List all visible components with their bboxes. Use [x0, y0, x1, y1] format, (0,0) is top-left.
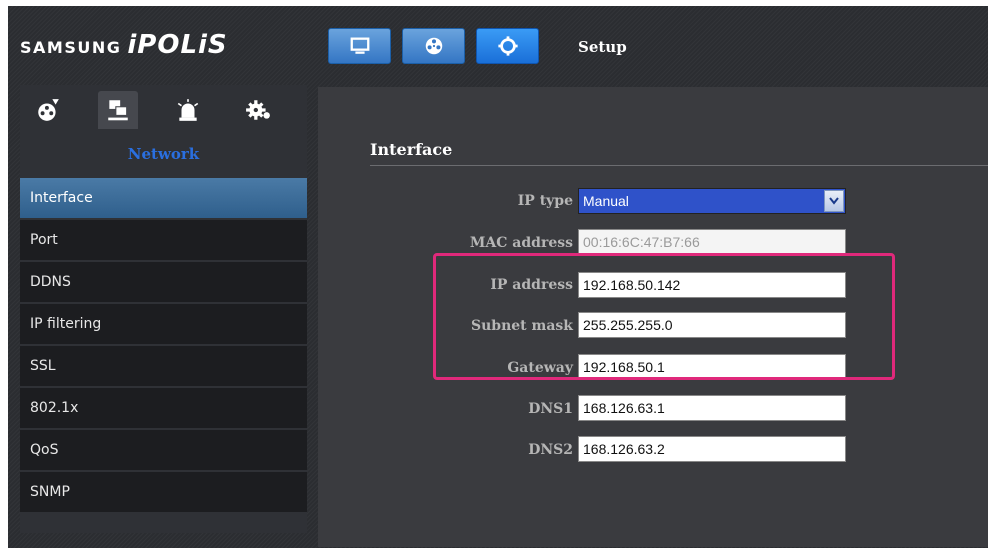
alarm-icon: [177, 99, 199, 121]
sidebar: Network Interface Port DDNS IP filtering…: [20, 85, 307, 533]
ip-type-select[interactable]: Manual: [578, 188, 846, 214]
mac-address-field: 00:16:6C:47:B7:66: [578, 229, 846, 255]
live-monitor-button[interactable]: [328, 28, 391, 64]
sidebar-item-qos[interactable]: QoS: [20, 430, 307, 470]
chevron-down-icon[interactable]: [824, 190, 844, 212]
sidebar-item-ssl[interactable]: SSL: [20, 346, 307, 386]
category-video[interactable]: [28, 91, 68, 129]
brand-logo: SAMSUNG iPOLiS: [20, 30, 228, 60]
dns1-label: DNS1: [528, 401, 573, 417]
sidebar-item-interface[interactable]: Interface: [20, 178, 307, 218]
brand-name: SAMSUNG: [20, 38, 122, 57]
sidebar-item-ddns[interactable]: DDNS: [20, 262, 307, 302]
header: SAMSUNG iPOLiS Setup: [8, 6, 988, 88]
category-alarm[interactable]: [168, 91, 208, 129]
section-divider: [370, 165, 988, 166]
category-system[interactable]: [238, 91, 278, 129]
section-title: Interface: [370, 140, 453, 159]
reel-icon: [425, 37, 442, 55]
highlight-box: [433, 253, 895, 380]
sidebar-item-ip-filtering[interactable]: IP filtering: [20, 304, 307, 344]
playback-button[interactable]: [402, 28, 465, 64]
sidebar-title: Network: [127, 145, 200, 163]
gear-icon: [497, 36, 518, 56]
ip-type-label: IP type: [517, 193, 573, 209]
dns2-input[interactable]: 168.126.63.2: [578, 436, 846, 462]
sidebar-item-snmp[interactable]: SNMP: [20, 472, 307, 512]
ip-type-value: Manual: [583, 193, 629, 209]
video-icon: [38, 99, 59, 121]
setup-button[interactable]: [476, 28, 539, 64]
sidebar-item-8021x[interactable]: 802.1x: [20, 388, 307, 428]
sidebar-item-port[interactable]: Port: [20, 220, 307, 260]
system-icon: [246, 100, 270, 120]
network-icon: [108, 100, 128, 121]
product-name: iPOLiS: [127, 30, 228, 60]
mac-address-label: MAC address: [469, 235, 573, 251]
dns2-label: DNS2: [528, 442, 573, 458]
monitor-icon: [350, 37, 369, 54]
setup-label: Setup: [578, 38, 627, 56]
category-network[interactable]: [98, 91, 138, 129]
dns1-input[interactable]: 168.126.63.1: [578, 395, 846, 421]
